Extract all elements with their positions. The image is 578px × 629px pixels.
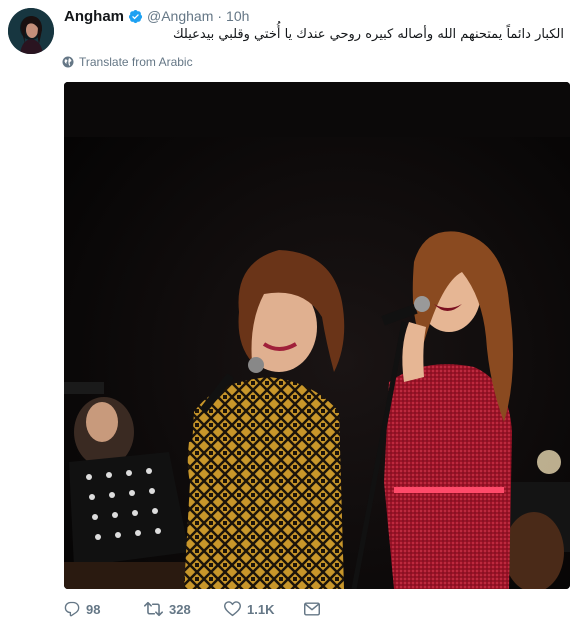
concert-photo: [64, 82, 570, 589]
heart-icon: [224, 601, 241, 617]
like-button[interactable]: 1.1K: [224, 601, 304, 617]
timestamp[interactable]: 10h: [226, 8, 249, 24]
tweet-text: الكبار دائماً يمتحنهم الله وأصاله كبيره …: [172, 27, 564, 42]
handle[interactable]: @Angham: [147, 8, 213, 24]
envelope-icon: [304, 602, 320, 616]
display-name[interactable]: Angham: [64, 8, 124, 25]
reply-count: 98: [86, 601, 101, 617]
tweet-header: Angham @Angham · 10h: [64, 6, 249, 26]
reply-icon: [64, 601, 80, 617]
retweet-count: 328: [169, 601, 191, 617]
verified-badge-icon: [128, 9, 143, 24]
direct-message-button[interactable]: [304, 602, 320, 616]
retweet-button[interactable]: 328: [144, 601, 224, 617]
tweet-actions: 98 328 1.1K: [64, 598, 320, 620]
tweet: Angham @Angham · 10h الكبار دائماً يمتحن…: [0, 0, 578, 629]
translate-link[interactable]: Translate from Arabic: [62, 54, 193, 70]
separator-dot: ·: [217, 8, 223, 24]
translate-label: Translate from Arabic: [79, 55, 193, 69]
like-count: 1.1K: [247, 601, 275, 617]
globe-icon: [62, 56, 74, 68]
tweet-photo[interactable]: [64, 82, 570, 589]
reply-button[interactable]: 98: [64, 601, 144, 617]
retweet-icon: [144, 601, 163, 617]
avatar[interactable]: [8, 8, 54, 54]
avatar-image: [8, 8, 54, 54]
